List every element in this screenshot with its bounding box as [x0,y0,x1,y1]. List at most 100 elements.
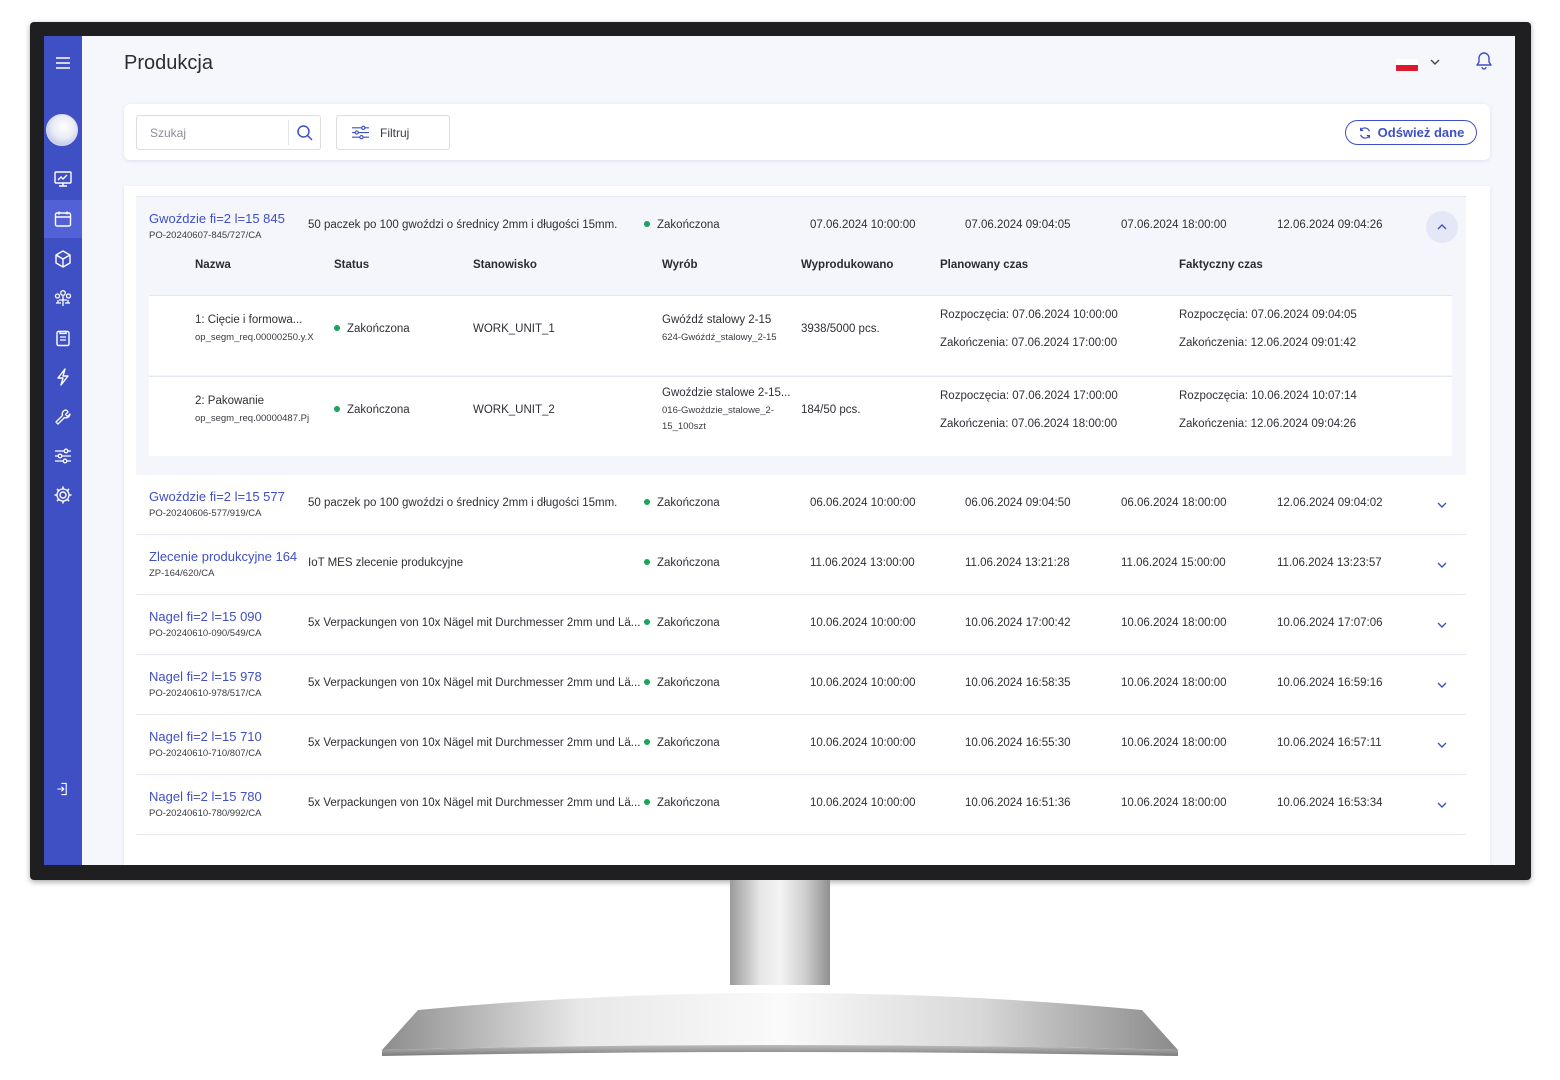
table-row[interactable]: Nagel fi=2 l=15 780 PO-20240610-780/992/… [136,775,1466,835]
chevron-down-icon[interactable] [1435,618,1449,632]
order-description: 5x Verpackungen von 10x Nägel mit Durchm… [308,797,641,809]
chevron-down-icon[interactable] [1428,55,1442,69]
table-row[interactable]: Nagel fi=2 l=15 710 PO-20240610-710/807/… [136,715,1466,775]
planned-end: 10.06.2024 18:00:00 [1121,737,1227,749]
order-name-link[interactable]: Gwoździe fi=2 l=15 577 [149,489,285,504]
monitor-stand-base [382,993,1178,1056]
menu-icon[interactable] [44,44,82,82]
planned-end: 06.06.2024 18:00:00 [1121,497,1227,509]
order-description: 50 paczek po 100 gwoździ o średnicy 2mm … [308,219,618,231]
chevron-up-icon[interactable] [1435,220,1449,234]
workstation: WORK_UNIT_2 [473,404,555,416]
actual-end: Zakończenia: 12.06.2024 09:04:26 [1179,418,1357,430]
refresh-button[interactable]: Odśwież dane [1345,120,1477,145]
actual-start: 11.06.2024 13:21:28 [965,557,1070,569]
wrench-icon[interactable] [44,398,82,436]
status-badge: Zakończona [644,497,720,509]
table-row[interactable]: Nagel fi=2 l=15 978 PO-20240610-978/517/… [136,655,1466,715]
table-row[interactable]: Nagel fi=2 l=15 090 PO-20240610-090/549/… [136,595,1466,655]
operation-row: 1: Cięcie i formowa... op_segm_req.00000… [149,295,1452,375]
actual-start: 07.06.2024 09:04:05 [965,219,1071,231]
actual-start: Rozpoczęcia: 10.06.2024 10:07:14 [1179,390,1357,402]
product-code-cont: 15_100szt [662,421,706,432]
filter-label: Filtruj [380,125,410,140]
language-flag-icon[interactable] [1396,59,1418,71]
search-input[interactable] [137,116,287,149]
planned-end: 10.06.2024 18:00:00 [1121,797,1227,809]
operation-row: 2: Pakowanie op_segm_req.00000487.Pj Zak… [149,376,1452,456]
product-code: 624-Gwóźdź_stalowy_2-15 [662,332,777,343]
actual-end: 10.06.2024 17:07:06 [1277,617,1383,629]
status-badge: Zakończona [644,677,720,689]
order-description: 5x Verpackungen von 10x Nägel mit Durchm… [308,677,641,689]
planned-end: Zakończenia: 07.06.2024 17:00:00 [940,337,1118,349]
chevron-down-icon[interactable] [1435,498,1449,512]
planned-start: 10.06.2024 10:00:00 [810,617,916,629]
cube-icon[interactable] [44,240,82,278]
product-name: Gwóźdź stalowy 2-15 [662,314,772,326]
actual-end: 12.06.2024 09:04:26 [1277,219,1383,231]
col-header-workstation: Stanowisko [473,259,537,271]
refresh-label: Odśwież dane [1377,125,1465,140]
filter-button[interactable]: Filtruj [336,115,450,150]
table-row[interactable]: Zlecenie produkcyjne 164 ZP-164/620/CA I… [136,535,1466,595]
chevron-down-icon[interactable] [1435,558,1449,572]
actual-start: 10.06.2024 16:55:30 [965,737,1071,749]
planned-start: 10.06.2024 10:00:00 [810,737,916,749]
col-header-product: Wyrób [662,259,698,271]
operation-name-link[interactable]: 2: Pakowanie [195,395,264,407]
search-icon[interactable] [296,124,314,142]
monitor-chart-icon[interactable] [44,160,82,198]
planned-end: 10.06.2024 18:00:00 [1121,677,1227,689]
status-badge: Zakończona [334,404,410,416]
people-icon[interactable] [44,279,82,317]
operation-name-link[interactable]: 1: Cięcie i formowa... [195,314,302,326]
status-badge: Zakończona [644,219,720,231]
order-name-link[interactable]: Zlecenie produkcyjne 164 [149,549,297,564]
order-name-link[interactable]: Nagel fi=2 l=15 780 [149,789,262,804]
planned-start: 11.06.2024 13:00:00 [810,557,915,569]
workstation: WORK_UNIT_1 [473,323,555,335]
actual-end: 10.06.2024 16:53:34 [1277,797,1383,809]
planned-start: 10.06.2024 10:00:00 [810,797,916,809]
planned-end: 11.06.2024 15:00:00 [1121,557,1226,569]
order-name-link[interactable]: Gwoździe fi=2 l=15 845 [149,211,285,226]
gear-icon[interactable] [44,476,82,514]
order-code: PO-20240610-780/992/CA [149,808,262,819]
planned-end: Zakończenia: 07.06.2024 18:00:00 [940,418,1118,430]
monitor-stand-neck [730,880,830,985]
planned-start: Rozpoczęcia: 07.06.2024 10:00:00 [940,309,1118,321]
col-header-produced: Wyprodukowano [801,259,894,271]
lightning-icon[interactable] [44,358,82,396]
order-code: PO-20240610-710/807/CA [149,748,262,759]
order-name-link[interactable]: Nagel fi=2 l=15 710 [149,729,262,744]
order-name-link[interactable]: Nagel fi=2 l=15 978 [149,669,262,684]
table-row[interactable]: Gwoździe fi=2 l=15 845 PO-20240607-845/7… [136,196,1466,251]
chevron-down-icon[interactable] [1435,798,1449,812]
refresh-icon [1359,126,1370,139]
calendar-icon[interactable] [44,200,82,238]
col-header-status: Status [334,259,370,271]
status-badge: Zakończona [644,737,720,749]
clipboard-icon[interactable] [44,319,82,357]
actual-start: 10.06.2024 16:58:35 [965,677,1071,689]
order-name-link[interactable]: Nagel fi=2 l=15 090 [149,609,262,624]
planned-start: Rozpoczęcia: 07.06.2024 17:00:00 [940,390,1118,402]
actual-start: 10.06.2024 17:00:42 [965,617,1071,629]
status-badge: Zakończona [334,323,410,335]
actual-end: 12.06.2024 09:04:02 [1277,497,1383,509]
bell-icon[interactable] [1474,50,1494,72]
chevron-down-icon[interactable] [1435,678,1449,692]
table-row[interactable]: Gwoździe fi=2 l=15 577 PO-20240606-577/9… [136,475,1466,535]
product-name: Gwoździe stalowe 2-15... [662,387,791,399]
monitor-frame: Produkcja Filtruj Odśwież dane G [30,22,1531,880]
order-description: IoT MES zlecenie produkcyjne [308,557,464,569]
search-box [136,115,321,150]
logout-icon[interactable] [44,770,82,808]
avatar[interactable] [46,114,78,146]
chevron-down-icon[interactable] [1435,738,1449,752]
order-description: 5x Verpackungen von 10x Nägel mit Durchm… [308,737,641,749]
order-code: PO-20240610-090/549/CA [149,628,262,639]
product-code: 016-Gwoździe_stalowe_2- [662,405,774,416]
sliders-icon[interactable] [44,437,82,475]
